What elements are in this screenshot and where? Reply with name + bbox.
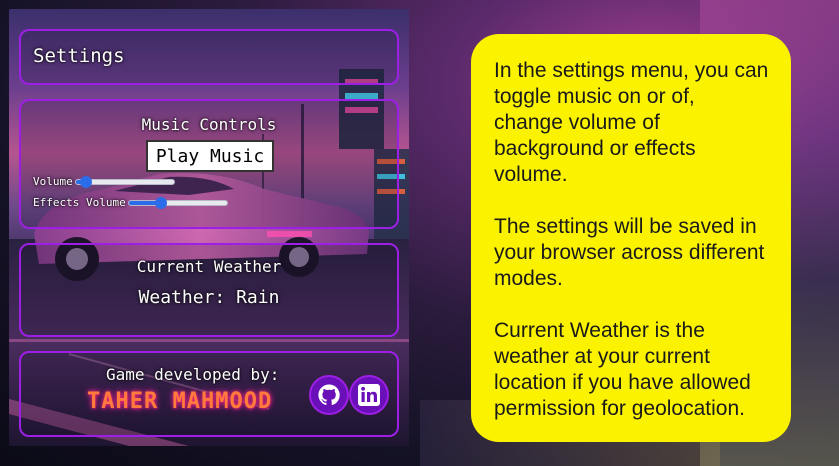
effects-volume-row: Effects Volume bbox=[33, 196, 228, 209]
info-paragraph-saved: The settings will be saved in your brows… bbox=[494, 215, 765, 290]
play-music-button[interactable]: Play Music bbox=[146, 140, 274, 172]
github-link[interactable] bbox=[309, 375, 349, 415]
author-name: TAHER MAHMOOD bbox=[87, 389, 273, 414]
linkedin-icon bbox=[358, 384, 380, 406]
volume-row: Volume bbox=[33, 175, 175, 188]
effects-volume-slider-thumb[interactable] bbox=[155, 196, 168, 209]
credits-box: Game developed by: TAHER MAHMOOD bbox=[19, 351, 399, 437]
linkedin-link[interactable] bbox=[349, 375, 389, 415]
weather-title: Current Weather bbox=[136, 257, 282, 276]
volume-label: Volume bbox=[33, 175, 73, 188]
music-controls-box: Music Controls Play Music Volume Effects… bbox=[19, 99, 399, 229]
effects-volume-slider[interactable] bbox=[127, 196, 228, 209]
settings-header-box: Settings bbox=[19, 29, 399, 85]
volume-slider-thumb[interactable] bbox=[79, 175, 92, 188]
info-paragraph-settings: In the settings menu, you can toggle mus… bbox=[494, 59, 769, 186]
weather-box: Current Weather Weather: Rain bbox=[19, 243, 399, 337]
effects-volume-label: Effects Volume bbox=[33, 196, 126, 209]
help-info-card: In the settings menu, you can toggle mus… bbox=[471, 34, 791, 442]
settings-title: Settings bbox=[33, 45, 125, 67]
settings-panel: Settings Music Controls Play Music Volum… bbox=[9, 9, 409, 446]
volume-slider[interactable] bbox=[74, 175, 175, 188]
github-icon bbox=[318, 384, 340, 406]
weather-value: Weather: Rain bbox=[138, 287, 280, 308]
credits-label: Game developed by: bbox=[106, 365, 280, 384]
info-paragraph-weather: Current Weather is the weather at your c… bbox=[494, 319, 751, 420]
music-controls-title: Music Controls bbox=[141, 115, 277, 134]
